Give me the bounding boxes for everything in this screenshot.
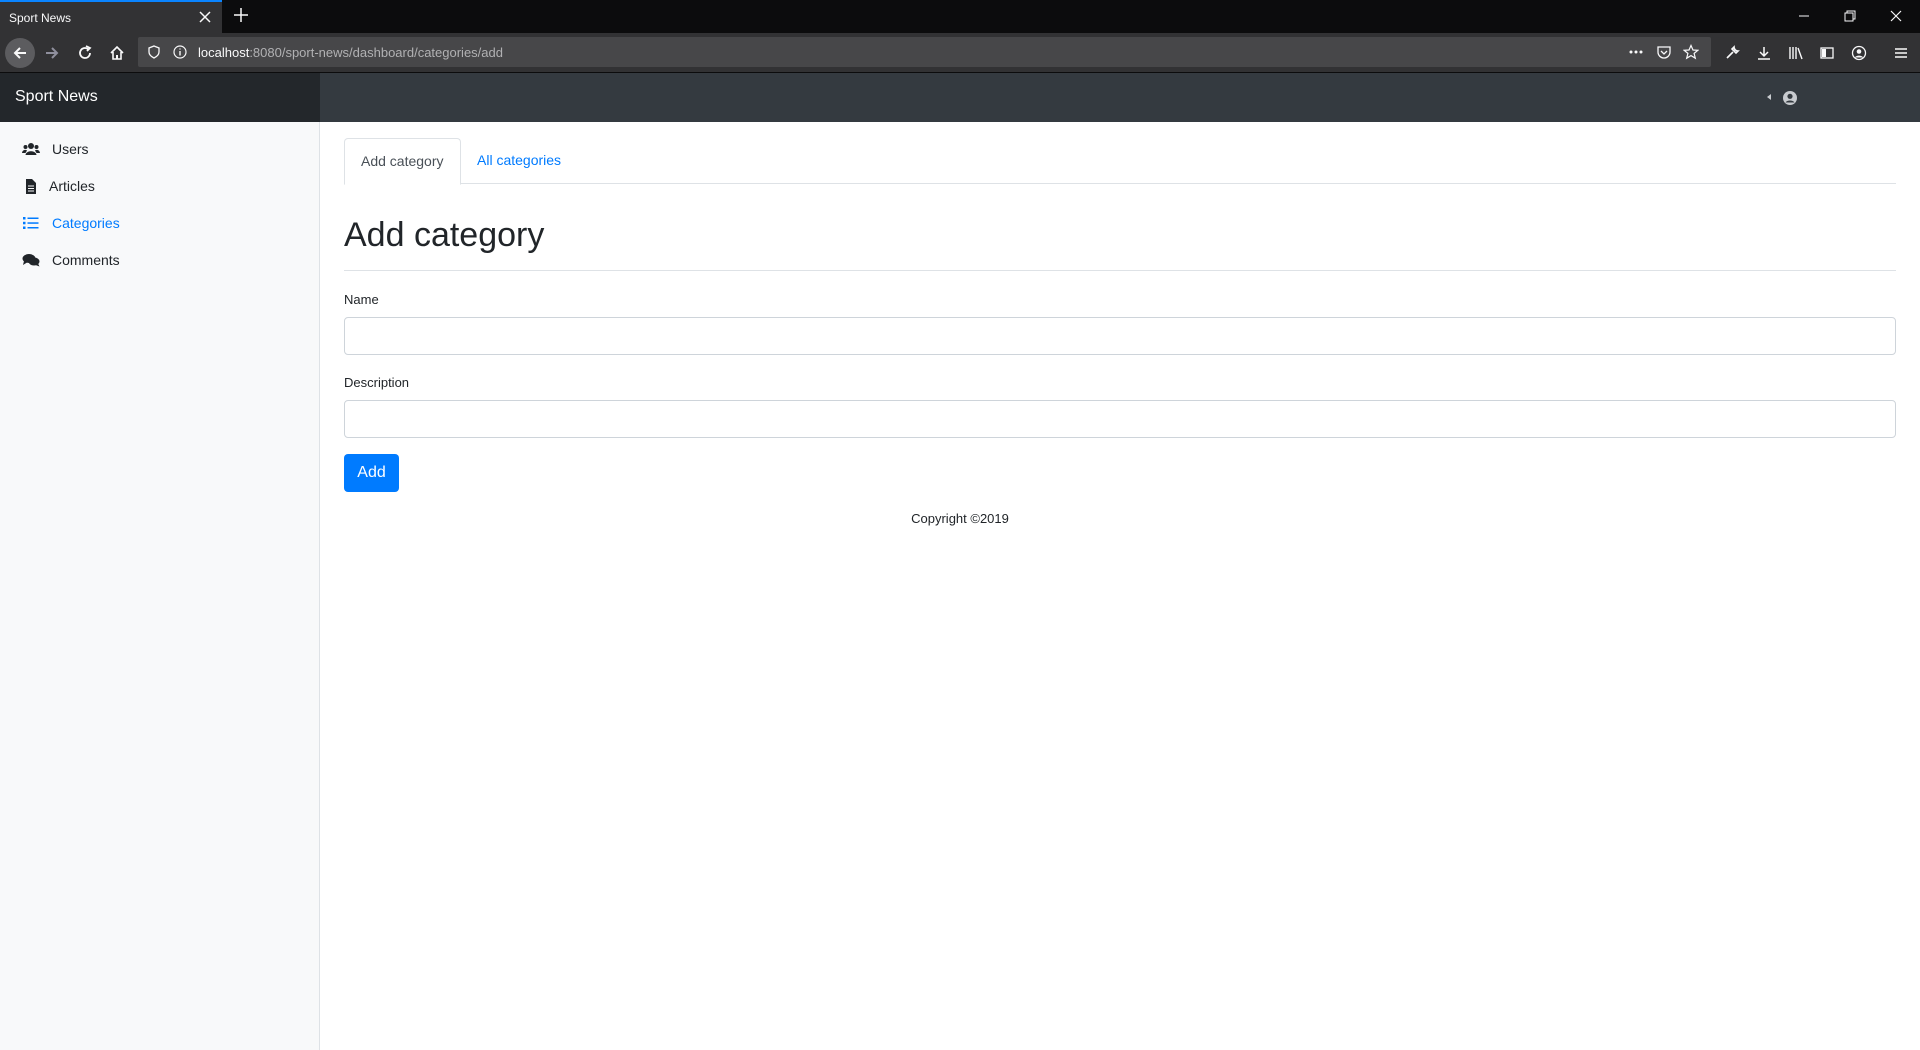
tracking-shield-icon[interactable] — [146, 44, 162, 60]
back-button[interactable] — [5, 38, 35, 68]
tab-all-categories[interactable]: All categories — [461, 138, 577, 184]
browser-toolbar: localhost:8080/sport-news/dashboard/cate… — [0, 33, 1920, 73]
description-input[interactable] — [344, 400, 1896, 438]
arrow-right-icon — [46, 47, 59, 59]
page-title: Add category — [344, 216, 545, 254]
reload-icon — [79, 45, 92, 59]
more-actions-icon[interactable] — [1628, 44, 1644, 60]
account-icon — [1851, 45, 1867, 61]
library-icon — [1789, 47, 1803, 60]
account-button[interactable] — [1847, 41, 1871, 65]
minimize-icon[interactable] — [1794, 6, 1814, 26]
new-tab-icon[interactable] — [232, 6, 250, 24]
pocket-icon[interactable] — [1656, 44, 1672, 60]
close-icon[interactable] — [196, 8, 214, 26]
hamburger-icon — [1895, 48, 1907, 58]
sidebar-item-categories[interactable]: Categories — [22, 211, 120, 235]
home-icon — [110, 45, 124, 60]
name-input[interactable] — [344, 317, 1896, 355]
app-topbar — [320, 73, 1920, 122]
url-text[interactable]: localhost:8080/sport-news/dashboard/cate… — [198, 45, 503, 60]
forward-button[interactable] — [40, 41, 64, 65]
tab-add-category[interactable]: Add category — [344, 138, 461, 185]
bookmark-star-icon[interactable] — [1683, 44, 1699, 60]
file-icon — [22, 178, 40, 194]
category-tabs: Add category All categories — [344, 138, 1896, 185]
description-label: Description — [344, 375, 410, 390]
devtools-button[interactable] — [1720, 41, 1744, 65]
browser-tab-strip: Sport News — [0, 0, 1920, 33]
caret-left-icon[interactable] — [1765, 92, 1773, 102]
library-button[interactable] — [1784, 41, 1808, 65]
browser-tab-title: Sport News — [9, 11, 72, 25]
list-icon — [22, 215, 40, 231]
sidebar-item-label: Users — [52, 141, 89, 157]
download-icon — [1758, 47, 1770, 60]
sidebar-item-users[interactable]: Users — [22, 137, 89, 161]
home-button[interactable] — [105, 41, 129, 65]
url-host: localhost — [198, 45, 250, 60]
close-window-icon[interactable] — [1886, 6, 1906, 26]
restore-icon[interactable] — [1840, 6, 1860, 26]
name-label: Name — [344, 292, 379, 307]
sidebar-icon — [1820, 47, 1834, 59]
sidebar-item-articles[interactable]: Articles — [22, 174, 95, 198]
sidebar: Users Articles Categories Comments — [0, 122, 320, 1050]
comments-icon — [22, 252, 40, 268]
app-brand[interactable]: Sport News — [0, 73, 320, 122]
info-icon[interactable] — [172, 44, 188, 60]
sidebar-item-label: Categories — [52, 215, 120, 231]
users-icon — [22, 141, 40, 157]
sidebar-item-comments[interactable]: Comments — [22, 248, 120, 272]
url-path: :8080/sport-news/dashboard/categories/ad… — [249, 45, 503, 60]
user-circle-icon[interactable] — [1782, 90, 1798, 106]
menu-button[interactable] — [1889, 41, 1913, 65]
title-divider — [344, 270, 1896, 271]
wrench-icon — [1726, 45, 1740, 59]
downloads-button[interactable] — [1752, 41, 1776, 65]
sidebar-item-label: Articles — [49, 178, 95, 194]
copyright-footer: Copyright ©2019 — [911, 511, 1009, 526]
arrow-left-icon — [13, 47, 26, 59]
reload-button[interactable] — [73, 41, 97, 65]
browser-tab[interactable]: Sport News — [0, 0, 222, 33]
sidebar-toggle-button[interactable] — [1815, 41, 1839, 65]
add-button[interactable]: Add — [344, 454, 399, 492]
sidebar-item-label: Comments — [52, 252, 120, 268]
address-bar[interactable]: localhost:8080/sport-news/dashboard/cate… — [138, 37, 1711, 67]
